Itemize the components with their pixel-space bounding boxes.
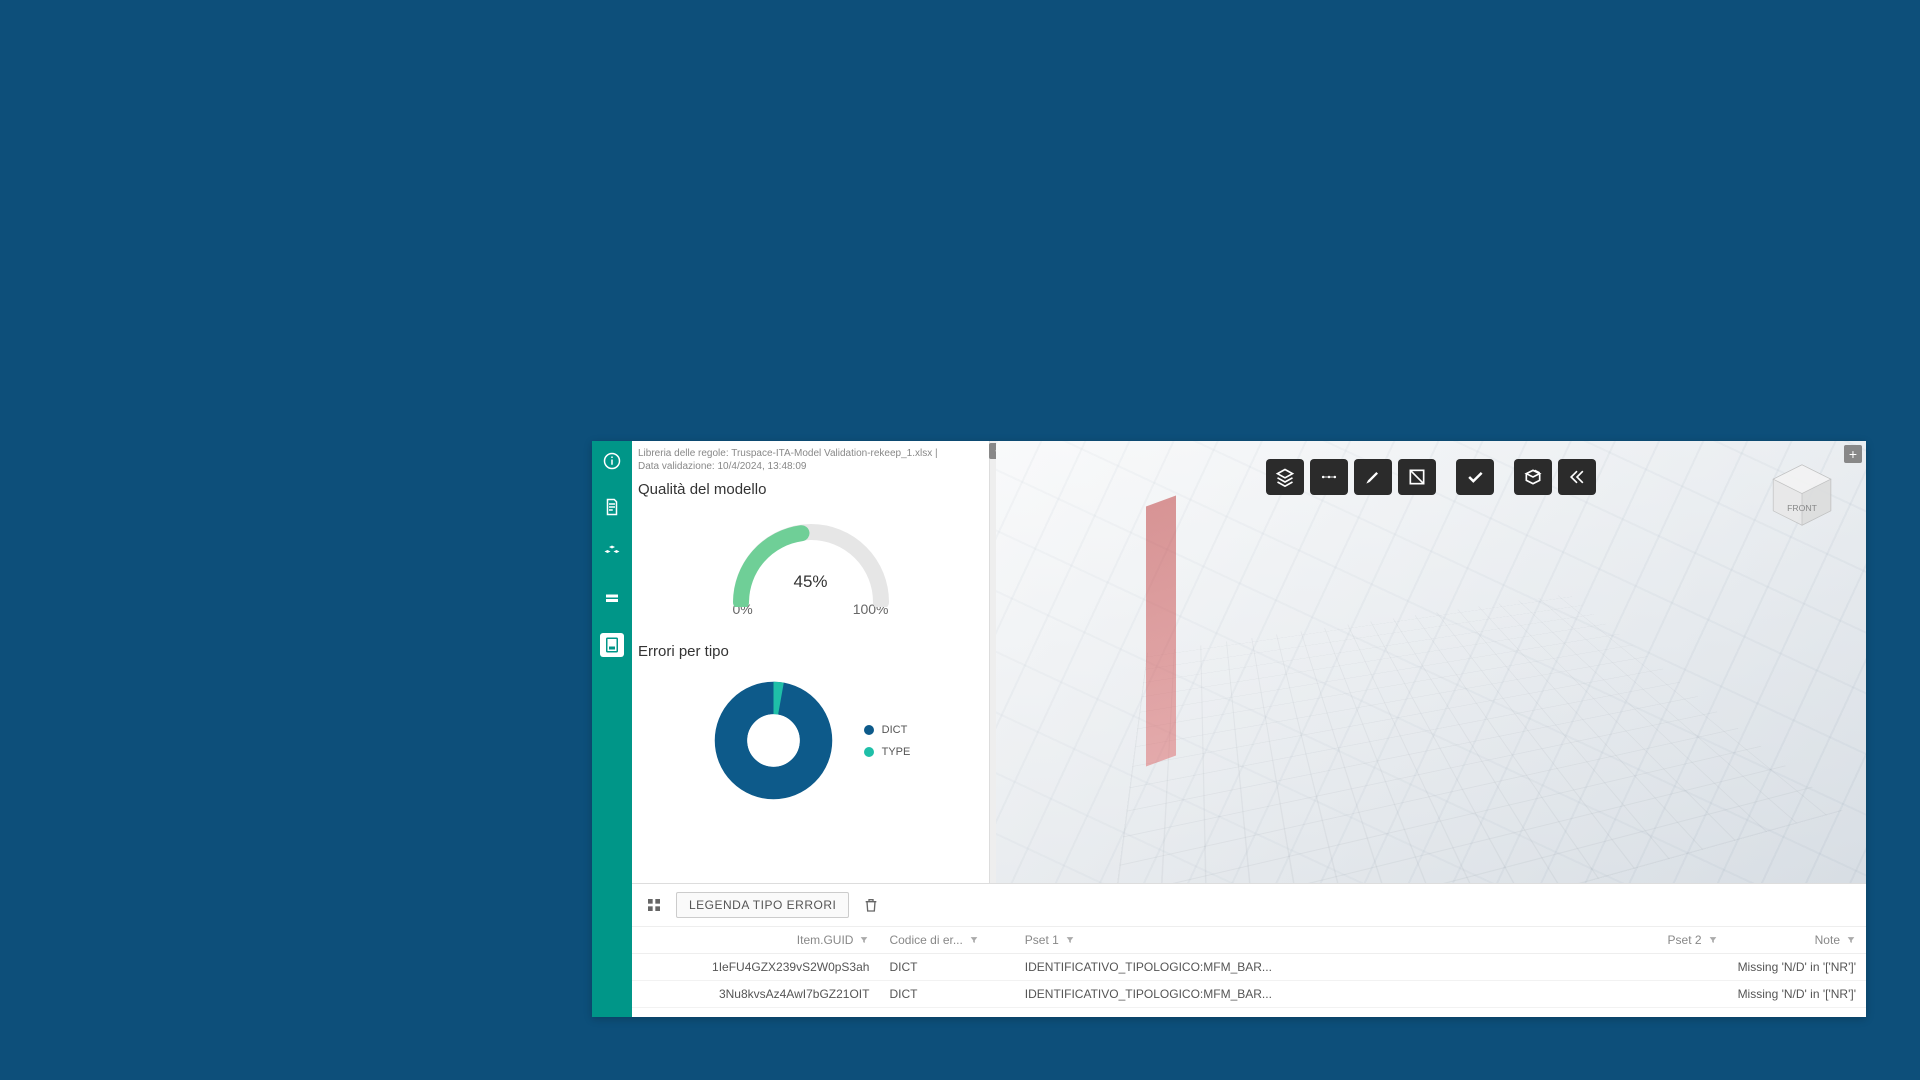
cell-code: DICT [879, 981, 1014, 1008]
tool-layers-icon[interactable] [1266, 459, 1304, 495]
sidebar [592, 441, 632, 1017]
quality-gauge: 45% 0% 100% [632, 506, 989, 639]
tool-highlight-icon[interactable] [1354, 459, 1392, 495]
cell-guid: 3Nu8kvsAz4AwI7bGZ21OIT [632, 981, 879, 1008]
navigation-cube[interactable]: FRONT [1766, 459, 1838, 531]
cell-note: Missing 'N/D' in '['NR']' [1728, 954, 1866, 981]
th-code[interactable]: Codice di er... [879, 927, 1014, 954]
cell-guid: 1IeFU4GZX239vS2W0pS3ah [632, 954, 879, 981]
navcube-face-label: FRONT [1787, 503, 1817, 513]
sidebar-layers-icon[interactable] [600, 587, 624, 611]
validation-meta: Libreria delle regole: Truspace-ITA-Mode… [632, 441, 989, 477]
sidebar-report-icon[interactable] [600, 633, 624, 657]
legend-errors-button[interactable]: LEGENDA TIPO ERRORI [676, 892, 849, 918]
cell-pset1: IDENTIFICATIVO_TIPOLOGICO:MFM_BAR... [1015, 954, 1497, 981]
delete-icon[interactable] [859, 893, 883, 917]
meta-line2: Data validazione: 10/4/2024, 13:48:09 [638, 461, 806, 472]
sidebar-info-icon[interactable] [600, 449, 624, 473]
grid-view-icon[interactable] [642, 893, 666, 917]
errors-title: Errori per tipo [632, 639, 989, 668]
table-toolbar: LEGENDA TIPO ERRORI [632, 884, 1866, 927]
cell-pset1: IDENTIFICATIVO_TIPOLOGICO:MFM_BAR... [1015, 981, 1497, 1008]
viewer-toolbar-top [1266, 459, 1596, 495]
errors-table: Item.GUID Codice di er... Pset 1 Pset 2 … [632, 927, 1866, 1008]
table-row[interactable]: 3Nu8kvsAz4AwI7bGZ21OITDICTIDENTIFICATIVO… [632, 981, 1866, 1008]
legend-dot-dict [864, 725, 874, 735]
legend-dot-type [864, 747, 874, 757]
expand-viewer-icon[interactable]: + [1844, 445, 1862, 463]
meta-line1: Libreria delle regole: Truspace-ITA-Mode… [638, 448, 938, 459]
tool-measure-icon[interactable] [1310, 459, 1348, 495]
table-row[interactable]: 1IeFU4GZX239vS2W0pS3ahDICTIDENTIFICATIVO… [632, 954, 1866, 981]
app-window: Libreria delle regole: Truspace-ITA-Mode… [592, 441, 1866, 1017]
errors-table-panel: LEGENDA TIPO ERRORI Item.GUID Codice di … [632, 883, 1866, 1017]
legend-type[interactable]: TYPE [864, 746, 911, 758]
quality-title: Qualità del modello [632, 477, 989, 506]
tool-reset-icon[interactable] [1558, 459, 1596, 495]
tool-section-icon[interactable] [1398, 459, 1436, 495]
tool-validate-icon[interactable] [1456, 459, 1494, 495]
th-pset2[interactable]: Pset 2 [1496, 927, 1727, 954]
sidebar-cubes-icon[interactable] [600, 541, 624, 565]
donut-legend: DICT TYPE [864, 724, 911, 758]
cell-note: Missing 'N/D' in '['NR']' [1728, 981, 1866, 1008]
th-guid[interactable]: Item.GUID [632, 927, 879, 954]
legend-dict[interactable]: DICT [864, 724, 911, 736]
tool-isolate-icon[interactable] [1514, 459, 1552, 495]
gauge-percent: 45% [793, 572, 827, 592]
cell-code: DICT [879, 954, 1014, 981]
viewer-geometry-accent [1146, 496, 1176, 767]
errors-donut: DICT TYPE [632, 668, 989, 813]
cell-pset2 [1496, 981, 1727, 1008]
th-pset1[interactable]: Pset 1 [1015, 927, 1497, 954]
th-note[interactable]: Note [1728, 927, 1866, 954]
sidebar-document-icon[interactable] [600, 495, 624, 519]
cell-pset2 [1496, 954, 1727, 981]
